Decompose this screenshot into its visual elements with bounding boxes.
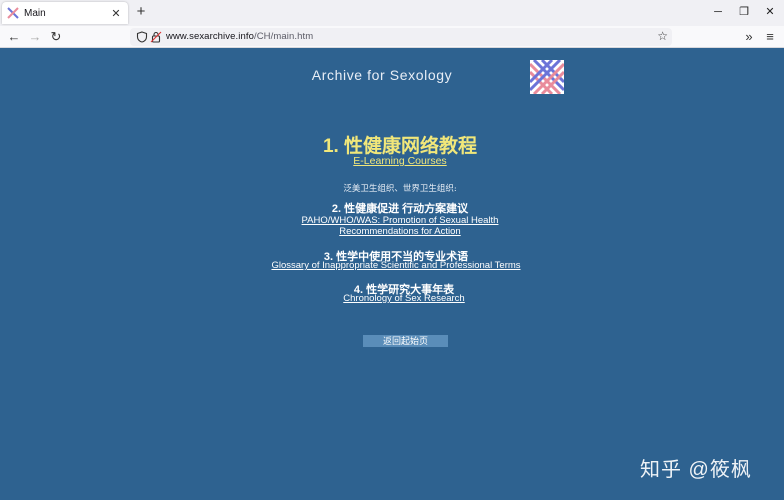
url-bar[interactable]: www.sexarchive.info/CH/main.htm ☆ <box>130 28 672 46</box>
site-favicon-icon <box>7 7 19 19</box>
forward-button[interactable]: → <box>26 28 44 46</box>
tab-title: Main <box>24 7 46 19</box>
section-title-2: 2. 性健康促进 行动方案建议 <box>331 203 469 215</box>
section-link-3[interactable]: Glossary of Inappropriate Scientific and… <box>0 260 784 271</box>
reload-button[interactable]: ↻ <box>47 28 65 46</box>
minimize-button[interactable]: ─ <box>709 4 727 20</box>
page-heading: 1. 性健康网络教程 <box>322 136 478 157</box>
back-button[interactable]: ← <box>5 28 23 46</box>
restore-button[interactable]: ❐ <box>735 4 753 20</box>
page-content: Archive for Sexology 1. 性健康网络教程 E-Learni… <box>0 49 784 500</box>
url-domain: www.sexarchive.info <box>166 31 254 42</box>
section-link-2-line2[interactable]: Recommendations for Action <box>0 226 784 237</box>
close-window-button[interactable]: ✕ <box>761 4 779 20</box>
new-tab-button[interactable]: + <box>134 3 148 21</box>
section-link-4[interactable]: Chronology of Sex Research <box>4 293 784 304</box>
url-path: /CH/main.htm <box>253 31 314 42</box>
section-link-2-line1[interactable]: PAHO/WHO/WAS: Promotion of Sexual Health <box>0 215 784 226</box>
tab-close-icon[interactable]: ✕ <box>108 7 124 20</box>
url-text[interactable]: www.sexarchive.info/CH/main.htm <box>166 31 313 42</box>
organization-note: 泛美卫生组织、世界卫生组织: <box>343 184 457 194</box>
watermark-text: 知乎 @筱枫 <box>640 459 752 481</box>
archive-logo-icon <box>530 60 564 94</box>
tab-bar: Main ✕ + ─ ❐ ✕ <box>0 0 784 26</box>
navigation-bar: ← → ↻ www.sexarchive.info/CH/main.htm ☆ … <box>0 26 784 48</box>
overflow-menu-icon[interactable]: » <box>740 28 758 46</box>
site-title: Archive for Sexology <box>311 67 453 83</box>
app-menu-icon[interactable]: ≡ <box>761 28 779 46</box>
bookmark-star-icon[interactable]: ☆ <box>657 29 668 43</box>
shield-icon[interactable] <box>136 31 148 43</box>
elearning-link[interactable]: E-Learning Courses <box>0 155 784 167</box>
tab-main[interactable]: Main ✕ <box>2 2 128 24</box>
lock-icon[interactable] <box>150 31 162 43</box>
return-home-button[interactable]: 返回起始页 <box>363 335 448 347</box>
